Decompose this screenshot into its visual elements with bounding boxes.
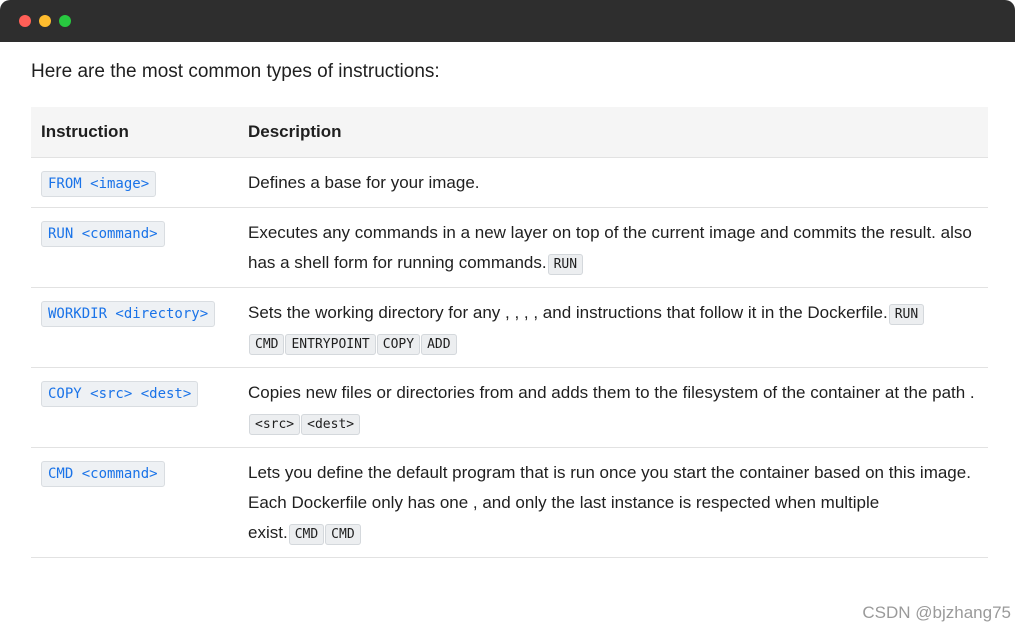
instruction-code: CMD <command> xyxy=(41,461,165,487)
intro-text: Here are the most common types of instru… xyxy=(31,61,440,82)
instruction-code: COPY <src> <dest> xyxy=(41,381,199,407)
description-cell: Sets the working directory for any , , ,… xyxy=(238,287,988,368)
instruction-code: RUN <command> xyxy=(41,221,165,247)
instruction-code: FROM <image> xyxy=(41,171,157,197)
inline-code-tag: <dest> xyxy=(301,414,361,435)
close-window-button[interactable] xyxy=(19,15,31,27)
description-text: Sets the working directory for any , , ,… xyxy=(248,303,888,322)
table-row: FROM <image> Defines a base for your ima… xyxy=(31,157,988,208)
description-cell: Executes any commands in a new layer on … xyxy=(238,207,988,288)
table-header-row: Instruction Description xyxy=(31,107,988,158)
inline-code-tag: CMD xyxy=(249,334,285,355)
description-text: Copies new files or directories from and… xyxy=(248,383,975,402)
table-row: CMD <command> Lets you define the defaul… xyxy=(31,447,988,558)
description-cell: Defines a base for your image. xyxy=(238,157,988,208)
table-row: WORKDIR <directory> Sets the working dir… xyxy=(31,287,988,368)
inline-code-tag: ADD xyxy=(421,334,457,355)
window-titlebar xyxy=(0,0,1015,42)
instruction-cell: RUN <command> xyxy=(31,207,238,288)
table-row: RUN <command> Executes any commands in a… xyxy=(31,207,988,288)
app-window: Here are the most common types of instru… xyxy=(0,0,1015,633)
column-header-instruction: Instruction xyxy=(31,107,238,158)
description-text: Defines a base for your image. xyxy=(248,173,480,192)
inline-code-tag: RUN xyxy=(547,254,584,275)
document-content: Here are the most common types of instru… xyxy=(0,42,1015,84)
maximize-window-button[interactable] xyxy=(59,15,71,27)
instruction-cell: CMD <command> xyxy=(31,447,238,558)
inline-code-tag: RUN xyxy=(888,304,925,325)
description-cell: Copies new files or directories from and… xyxy=(238,367,988,448)
inline-code-tag: CMD xyxy=(325,524,361,545)
inline-code-tag: CMD xyxy=(288,524,325,545)
description-cell: Lets you define the default program that… xyxy=(238,447,988,558)
minimize-window-button[interactable] xyxy=(39,15,51,27)
inline-code-tag: COPY xyxy=(376,334,421,355)
instruction-cell: FROM <image> xyxy=(31,157,238,208)
inline-code-tag: <src> xyxy=(249,414,301,435)
table-row: COPY <src> <dest> Copies new files or di… xyxy=(31,367,988,448)
instructions-table: Instruction Description FROM <image> Def… xyxy=(31,107,988,558)
instruction-cell: COPY <src> <dest> xyxy=(31,367,238,448)
inline-code-tag: ENTRYPOINT xyxy=(285,334,376,355)
column-header-description: Description xyxy=(238,107,988,158)
description-text: Executes any commands in a new layer on … xyxy=(248,223,972,272)
watermark-text: CSDN @bjzhang75 xyxy=(862,603,1011,622)
instruction-code: WORKDIR <directory> xyxy=(41,301,216,327)
instruction-cell: WORKDIR <directory> xyxy=(31,287,238,368)
